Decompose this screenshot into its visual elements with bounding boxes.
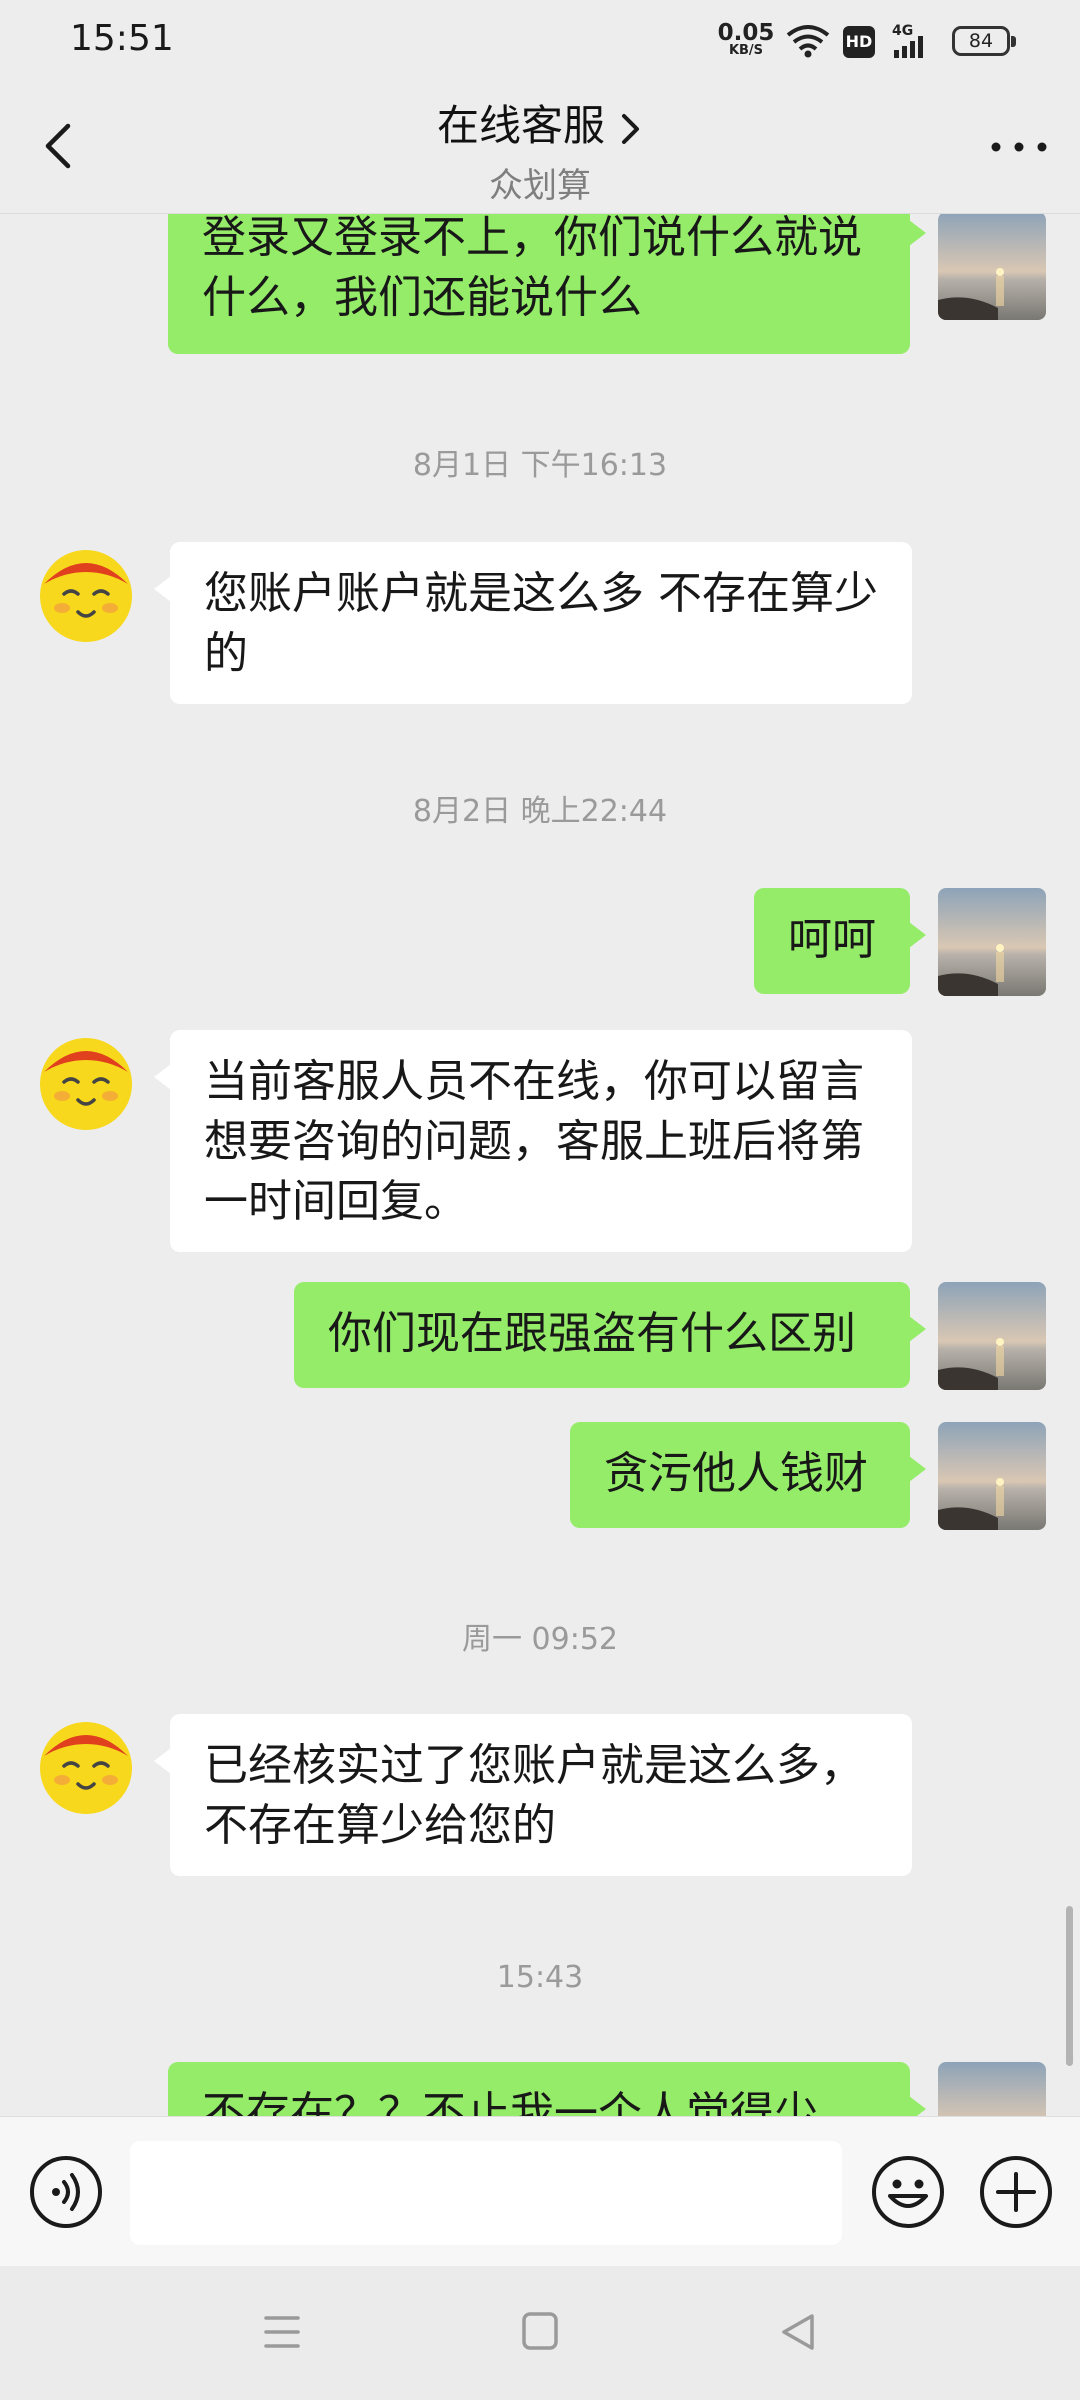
message-bubble-sent[interactable]: 贪污他人钱财 [570, 1422, 926, 1528]
network-speed: 0.05 KB/S [716, 22, 776, 58]
chat-header: 在线客服 众划算 [0, 80, 1080, 214]
system-navigation-bar [0, 2266, 1080, 2400]
battery-level: 84 [968, 30, 994, 52]
chat-title-text: 在线客服 [436, 101, 605, 150]
user-avatar[interactable] [938, 214, 1046, 320]
back-triangle-icon[interactable] [778, 2310, 818, 2354]
cartoon-avatar-icon [40, 1038, 132, 1130]
battery-indicator: 84 [952, 26, 1016, 56]
sunset-avatar-icon [938, 888, 1046, 996]
hd-badge: HD [843, 26, 875, 58]
status-bar: 15:51 0.05 KB/S HD 4G 84 [0, 0, 1080, 80]
cartoon-avatar-icon [40, 550, 132, 642]
home-icon[interactable] [520, 2310, 560, 2354]
message-bubble-received[interactable]: 您账户账户就是这么多 不存在算少的 [154, 542, 912, 704]
message-timestamp: 周一 09:52 [462, 1622, 618, 1657]
sunset-avatar-icon [938, 214, 1046, 320]
message-bubble-sent[interactable]: 呵呵 [754, 888, 926, 994]
sunset-avatar-icon [938, 2062, 1046, 2116]
message-bubble-sent[interactable]: 你们现在跟强盗有什么区别 [294, 1282, 926, 1388]
chevron-right-icon [622, 113, 639, 144]
chat-scrollbar[interactable] [1066, 1906, 1073, 2066]
chat-title[interactable]: 在线客服 [0, 92, 1080, 153]
message-bubble-received[interactable]: 当前客服人员不在线，你可以留言想要咨询的问题，客服上班后将第一时间回复。 [154, 1030, 912, 1252]
message-timestamp: 8月2日 晚上22:44 [412, 794, 668, 829]
emoji-button[interactable] [870, 2154, 946, 2230]
sunset-avatar-icon [938, 1282, 1046, 1390]
message-bubble-sent[interactable]: 登录又登录不上，你们说什么就说什么，我们还能说什么 [168, 214, 926, 354]
status-time: 15:51 [70, 18, 174, 59]
signal-icon [894, 36, 923, 58]
message-list[interactable]: 登录又登录不上，你们说什么就说什么，我们还能说什么 8月1日 下午16:13 您… [0, 214, 1080, 2116]
message-bubble-received[interactable]: 已经核实过了您账户就是这么多，不存在算少给您的 [154, 1714, 912, 1876]
more-options-button[interactable] [984, 132, 1054, 162]
user-avatar[interactable] [938, 1422, 1046, 1530]
sunset-avatar-icon [938, 1422, 1046, 1530]
user-avatar[interactable] [938, 888, 1046, 996]
more-functions-button[interactable] [978, 2154, 1054, 2230]
message-input[interactable] [130, 2141, 842, 2245]
cartoon-avatar-icon [40, 1722, 132, 1814]
network-speed-unit: KB/S [728, 43, 764, 58]
service-avatar[interactable] [36, 1032, 144, 1140]
message-bubble-sent[interactable]: 不存在？？不止我一个人觉得少 [168, 2062, 926, 2116]
menu-icon[interactable] [262, 2310, 302, 2354]
network-speed-value: 0.05 [717, 20, 775, 46]
chat-subtitle: 众划算 [489, 166, 591, 206]
chat-screen: 15:51 0.05 KB/S HD 4G 84 在线客服 众划算 登录又登录不… [0, 0, 1080, 2400]
wifi-icon [786, 25, 830, 58]
service-avatar[interactable] [36, 544, 144, 652]
user-avatar[interactable] [938, 1282, 1046, 1390]
voice-input-button[interactable] [28, 2154, 104, 2230]
message-timestamp: 8月1日 下午16:13 [412, 448, 668, 483]
message-timestamp: 15:43 [496, 1960, 584, 1995]
service-avatar[interactable] [36, 1716, 144, 1824]
message-composer [0, 2116, 1080, 2266]
user-avatar[interactable] [938, 2062, 1046, 2116]
